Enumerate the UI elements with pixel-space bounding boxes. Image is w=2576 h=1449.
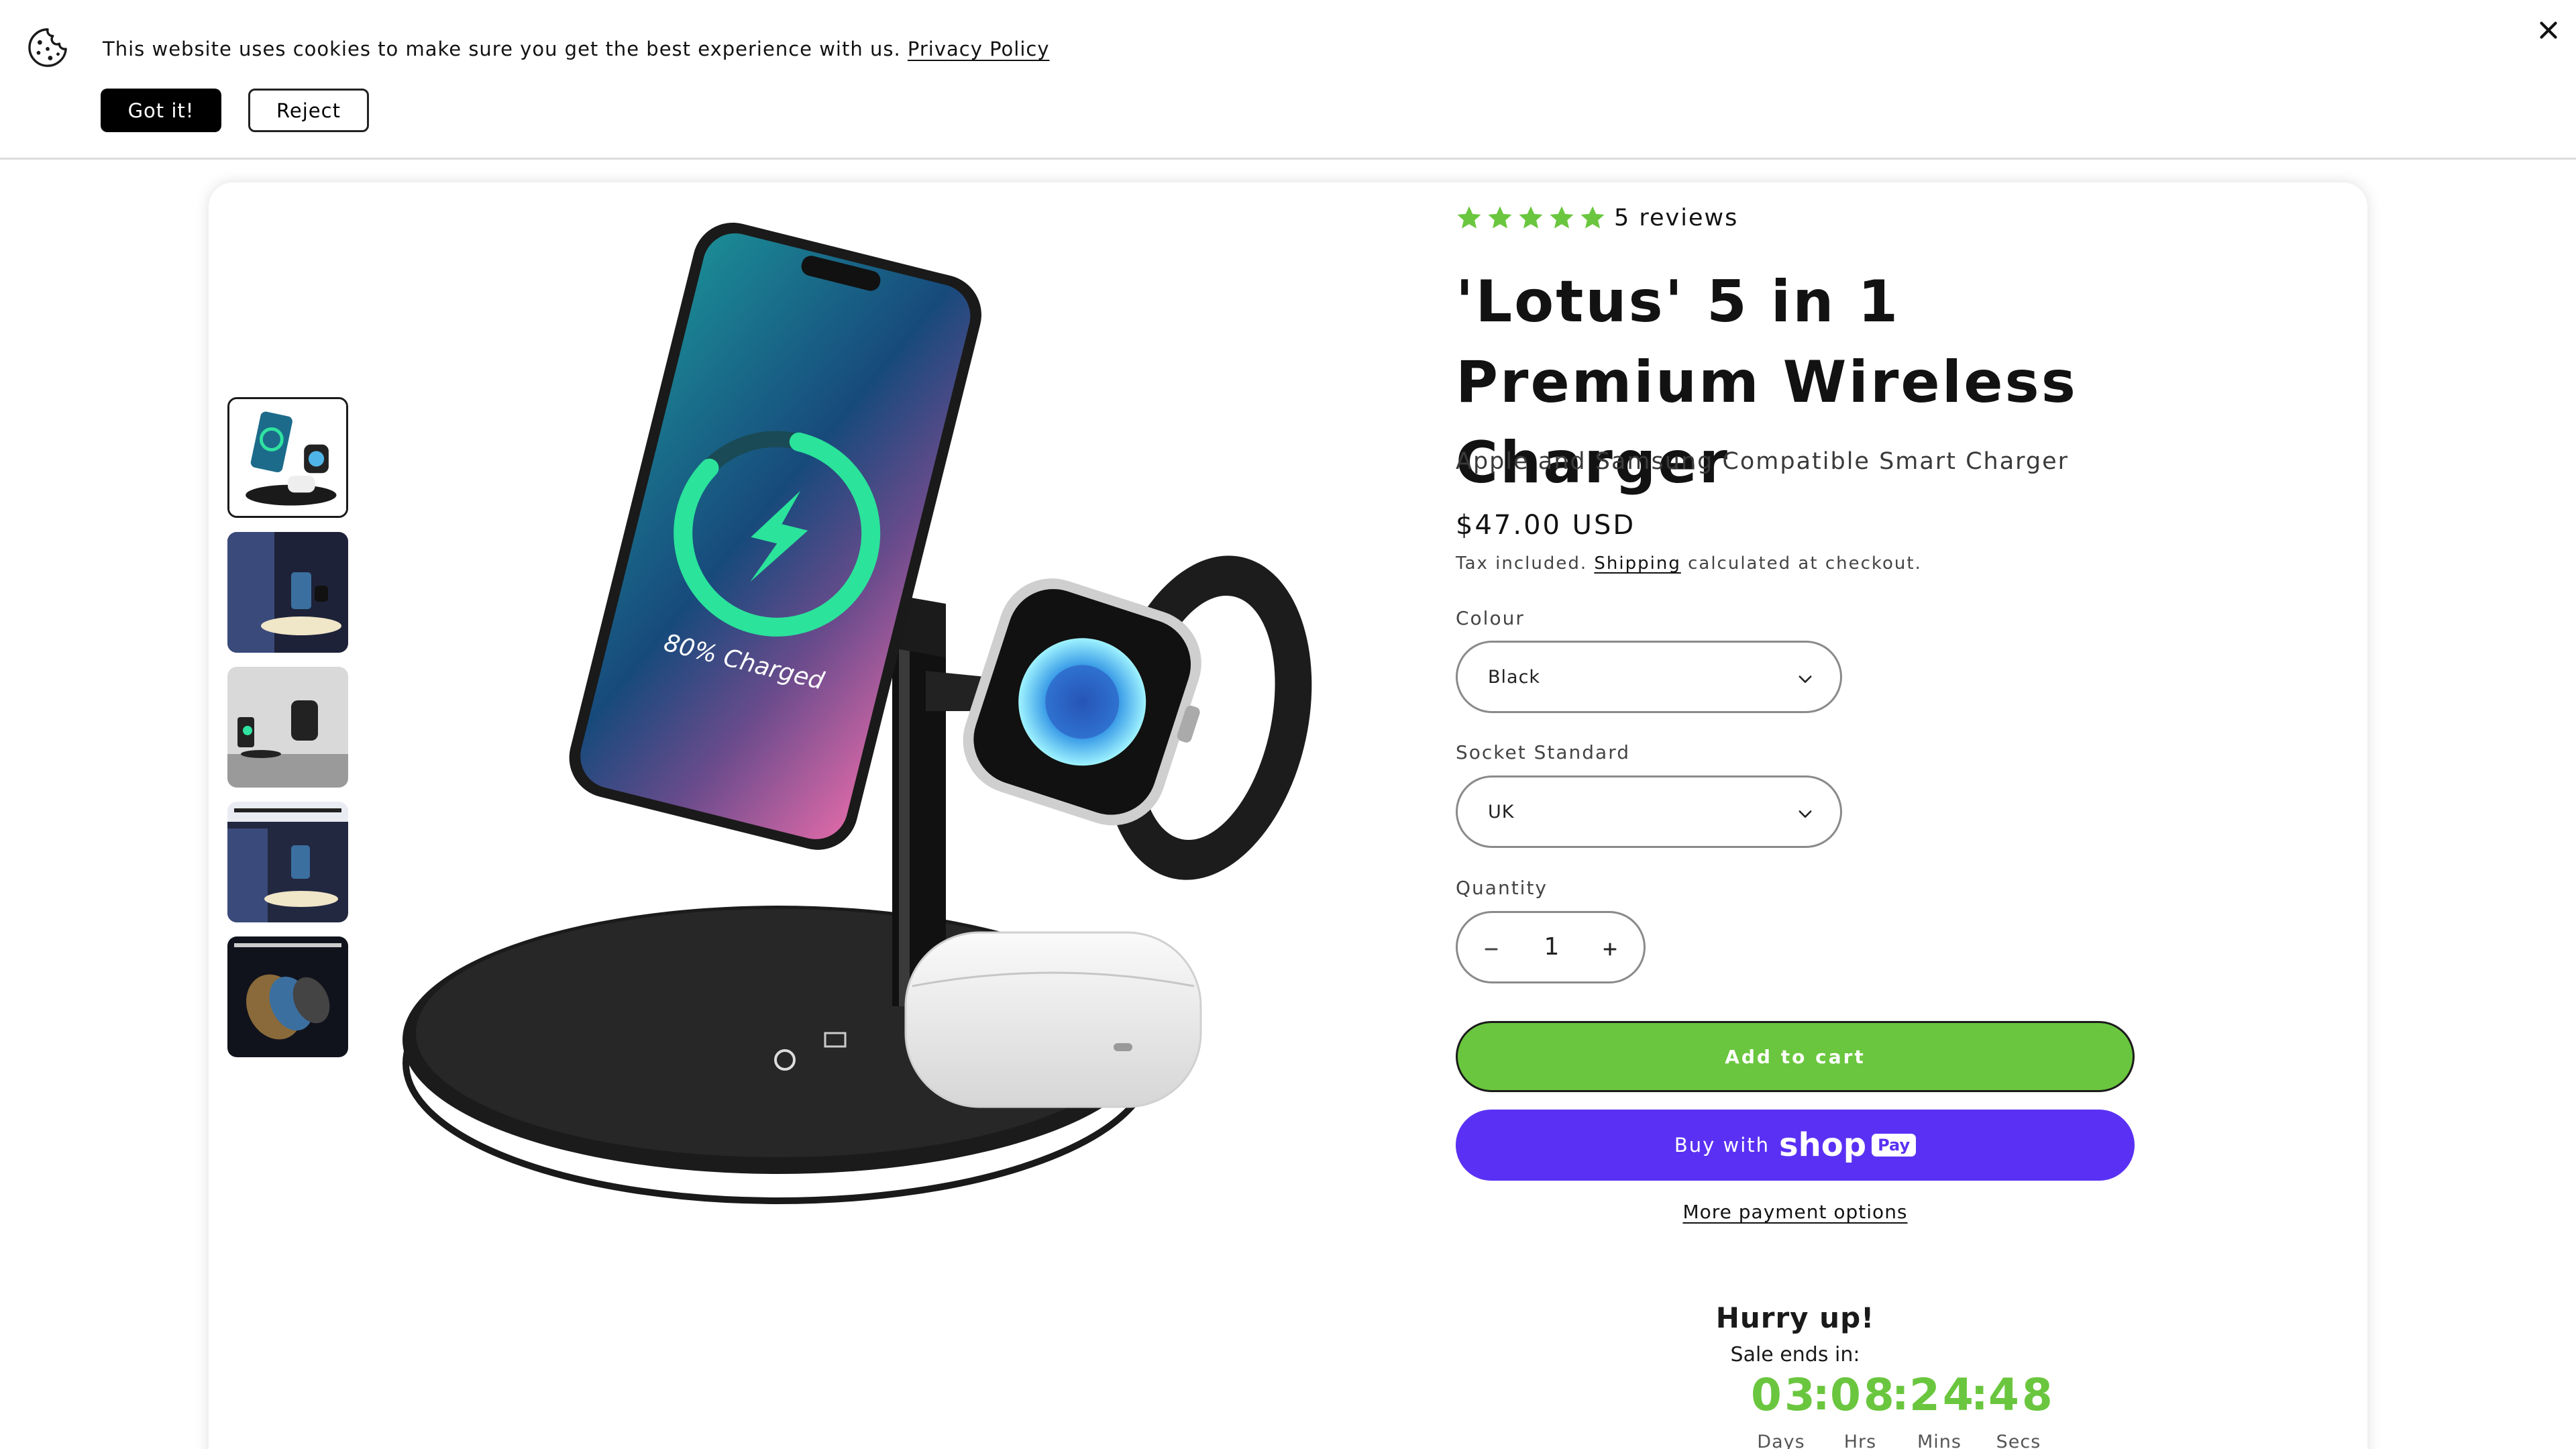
cookie-message-text: This website uses cookies to make sure y… [103,38,901,60]
product-subtitle: Apple and Samsung Compatible Smart Charg… [1456,448,2070,475]
pay-badge: Pay [1872,1134,1917,1157]
countdown-days: 03 Days [1751,1368,1818,1449]
thumbnail-4[interactable] [227,802,348,922]
feature-thumbnail-image [227,802,348,922]
buy-with-label: Buy with [1674,1134,1770,1157]
star-icon [1550,206,1574,229]
countdown-hours-value: 08 [1830,1369,1897,1421]
countdown-minutes-label: Mins [1917,1432,1962,1449]
chevron-down-icon [1799,676,1812,683]
countdown-heading: Hurry up! [1715,1301,1875,1334]
thumbnail-2[interactable] [227,532,348,653]
cookie-icon [28,28,67,67]
countdown-timer: 03 Days : 08 Hrs : 24 Mins : 48 Secs [1751,1368,2086,1449]
minus-icon[interactable] [1471,929,1511,969]
product-rating[interactable]: 5 reviews [1456,201,1738,235]
tax-note-prefix: Tax included. [1456,553,1588,574]
countdown-separator: : [1813,1371,1830,1420]
star-icon [1580,206,1605,229]
thumbnail-gallery [227,397,350,1071]
socket-standard-label: Socket Standard [1456,741,1631,763]
shop-pay-logo: shop [1779,1126,1867,1164]
more-payment-options-link[interactable]: More payment options [1682,1201,1907,1223]
colour-select-value: Black [1488,667,1541,688]
plus-icon[interactable] [1590,929,1630,969]
quantity-input[interactable]: 1 [1511,933,1592,961]
thumbnail-1[interactable] [227,397,348,518]
countdown-subheading: Sale ends in: [1730,1343,1860,1366]
thumbnail-5[interactable] [227,936,348,1057]
angle-thumbnail-image [227,667,348,788]
exploded-view-thumbnail-image [227,936,348,1057]
product-main-image: 80% Charged [402,222,1312,1204]
product-price: $47.00 USD [1456,510,1636,541]
countdown-minutes-value: 24 [1909,1369,1976,1421]
cookie-message: This website uses cookies to make sure y… [103,38,1050,60]
privacy-policy-link[interactable]: Privacy Policy [908,38,1050,60]
lifestyle-thumbnail-image [227,532,348,653]
reviews-count[interactable]: 5 reviews [1614,205,1738,231]
shipping-link[interactable]: Shipping [1594,553,1680,574]
countdown-seconds-label: Secs [1996,1432,2041,1449]
countdown-hours-label: Hrs [1843,1432,1877,1449]
colour-select[interactable]: Black [1456,641,1842,713]
star-rating [1456,205,1606,231]
countdown-seconds: 48 Secs [1988,1368,2055,1449]
cookie-banner: This website uses cookies to make sure y… [0,0,2576,160]
reject-cookies-button[interactable]: Reject [248,89,369,132]
charger-thumbnail-image [229,399,346,516]
countdown-separator: : [1971,1371,1988,1420]
tax-note-suffix: calculated at checkout. [1688,553,1922,574]
countdown-minutes: 24 Mins [1909,1368,1976,1449]
countdown-seconds-value: 48 [1988,1369,2055,1421]
accept-cookies-button[interactable]: Got it! [101,89,221,132]
colour-label: Colour [1456,607,1525,629]
thumbnail-3[interactable] [227,667,348,788]
countdown-separator: : [1892,1371,1909,1420]
tax-note: Tax included. Shipping calculated at che… [1456,553,1922,574]
socket-select-value: UK [1488,802,1515,822]
more-payment-options: More payment options [1456,1201,2135,1223]
quantity-label: Quantity [1456,877,1548,899]
quantity-stepper: 1 [1456,911,1646,983]
star-icon [1457,206,1481,229]
chevron-down-icon [1799,810,1812,818]
shop-pay-button[interactable]: Buy with shop Pay [1456,1110,2135,1181]
countdown-days-label: Days [1757,1432,1805,1449]
star-icon [1488,206,1512,229]
socket-standard-select[interactable]: UK [1456,775,1842,848]
shop-pay-content: Buy with shop Pay [1456,1110,2135,1181]
countdown-hours: 08 Hrs [1830,1368,1897,1449]
close-icon[interactable] [2534,16,2563,44]
star-icon [1519,206,1543,229]
countdown-days-value: 03 [1751,1369,1818,1421]
add-to-cart-button[interactable]: Add to cart [1456,1021,2135,1092]
